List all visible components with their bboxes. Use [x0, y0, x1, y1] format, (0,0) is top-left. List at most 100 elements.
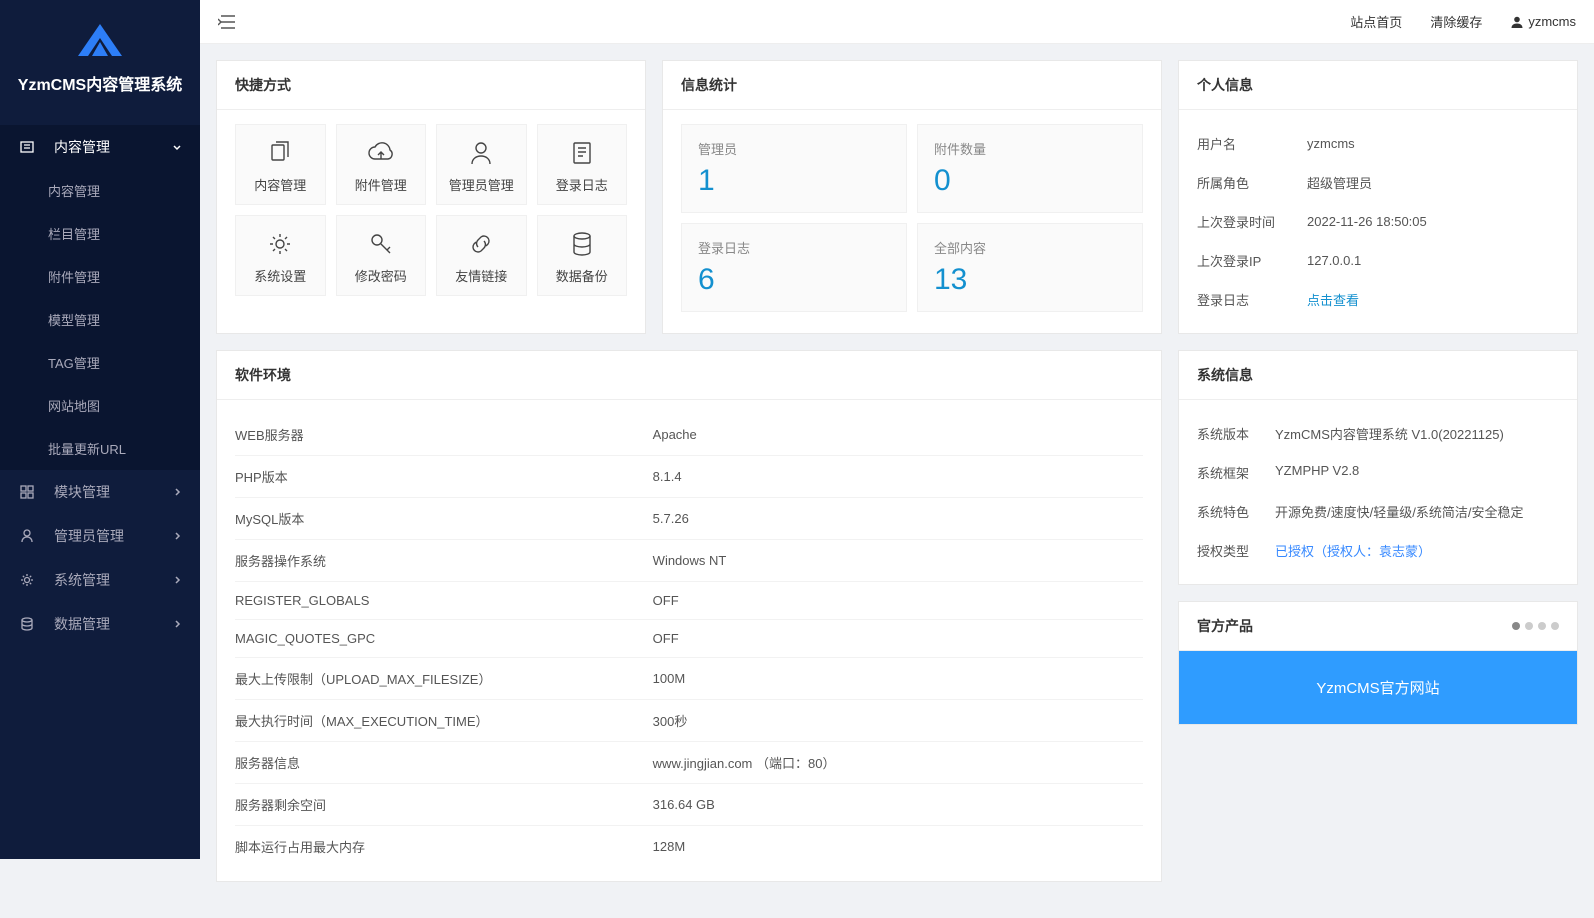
gear-icon	[18, 572, 36, 588]
user-icon	[441, 139, 522, 167]
env-key: WEB服务器	[235, 414, 653, 456]
env-key: REGISTER_GLOBALS	[235, 582, 653, 620]
env-value: 8.1.4	[653, 456, 1143, 498]
table-row: 最大上传限制（UPLOAD_MAX_FILESIZE）100M	[235, 658, 1143, 700]
shortcut-log[interactable]: 登录日志	[537, 124, 628, 205]
shortcut-label: 修改密码	[341, 266, 422, 285]
sys-key: 系统特色	[1197, 492, 1275, 531]
kv-value: 超级管理员	[1307, 163, 1559, 202]
submenu-item-attachment[interactable]: 附件管理	[0, 255, 200, 298]
personal-title: 个人信息	[1179, 61, 1577, 110]
shortcut-label: 友情链接	[441, 266, 522, 285]
logo-area: YzmCMS内容管理系统	[0, 0, 200, 110]
env-key: 脚本运行占用最大内存	[235, 826, 653, 868]
table-row: 服务器信息www.jingjian.com （端口：80）	[235, 742, 1143, 784]
table-row: 上次登录IP127.0.0.1	[1197, 241, 1559, 280]
sys-value: YzmCMS内容管理系统 V1.0(20221125)	[1275, 414, 1559, 453]
shortcut-content[interactable]: 内容管理	[235, 124, 326, 205]
carousel-dot[interactable]	[1512, 622, 1520, 630]
shortcut-admin[interactable]: 管理员管理	[436, 124, 527, 205]
env-key: MAGIC_QUOTES_GPC	[235, 620, 653, 658]
stat-content: 全部内容 13	[917, 223, 1143, 312]
shortcut-attachment[interactable]: 附件管理	[336, 124, 427, 205]
stat-attachments: 附件数量 0	[917, 124, 1143, 213]
env-key: PHP版本	[235, 456, 653, 498]
table-row: 登录日志点击查看	[1197, 280, 1559, 319]
stat-label: 登录日志	[698, 238, 890, 257]
brand-name: YzmCMS内容管理系统	[0, 71, 200, 95]
shortcut-settings[interactable]: 系统设置	[235, 215, 326, 296]
sidebar-item-label: 模块管理	[54, 482, 110, 502]
kv-key: 登录日志	[1197, 280, 1307, 319]
table-row: 系统框架YZMPHP V2.8	[1197, 453, 1559, 492]
shortcut-links[interactable]: 友情链接	[436, 215, 527, 296]
stat-value: 6	[698, 263, 890, 297]
carousel-dot[interactable]	[1538, 622, 1546, 630]
shortcut-label: 登录日志	[542, 175, 623, 194]
stat-admins: 管理员 1	[681, 124, 907, 213]
shortcut-label: 附件管理	[341, 175, 422, 194]
env-key: 服务器剩余空间	[235, 784, 653, 826]
carousel-dot[interactable]	[1551, 622, 1559, 630]
submenu-item-content[interactable]: 内容管理	[0, 169, 200, 212]
env-value: Apache	[653, 414, 1143, 456]
shortcut-label: 数据备份	[542, 266, 623, 285]
kv-value: yzmcms	[1307, 124, 1559, 163]
env-key: 服务器信息	[235, 742, 653, 784]
submenu-item-category[interactable]: 栏目管理	[0, 212, 200, 255]
site-home-link[interactable]: 站点首页	[1350, 12, 1402, 31]
table-row: REGISTER_GLOBALSOFF	[235, 582, 1143, 620]
table-row: 系统特色开源免费/速度快/轻量级/系统简洁/安全稳定	[1197, 492, 1559, 531]
submenu-item-sitemap[interactable]: 网站地图	[0, 384, 200, 427]
table-row: 所属角色超级管理员	[1197, 163, 1559, 202]
shortcut-password[interactable]: 修改密码	[336, 215, 427, 296]
submenu-item-batchurl[interactable]: 批量更新URL	[0, 427, 200, 470]
table-row: MAGIC_QUOTES_GPCOFF	[235, 620, 1143, 658]
username-label: yzmcms	[1528, 14, 1576, 29]
content-icon	[18, 139, 36, 155]
sys-value: 开源免费/速度快/轻量级/系统简洁/安全稳定	[1275, 492, 1559, 531]
license-link[interactable]: 已授权（授权人：袁志蒙）	[1275, 544, 1431, 559]
chevron-right-icon	[172, 575, 182, 585]
env-value: www.jingjian.com （端口：80）	[653, 742, 1143, 784]
stat-label: 全部内容	[934, 238, 1126, 257]
carousel-dot[interactable]	[1525, 622, 1533, 630]
sidebar-item-admin[interactable]: 管理员管理	[0, 514, 200, 558]
chevron-down-icon	[172, 142, 182, 152]
sidebar: YzmCMS内容管理系统 内容管理 内容管理 栏目管理 附件管理 模型管理 TA…	[0, 0, 200, 859]
sys-key: 系统框架	[1197, 453, 1275, 492]
shortcut-backup[interactable]: 数据备份	[537, 215, 628, 296]
table-row: 用户名yzmcms	[1197, 124, 1559, 163]
sidebar-item-system[interactable]: 系统管理	[0, 558, 200, 602]
shortcuts-panel: 快捷方式 内容管理 附件管理 管理员管理	[216, 60, 646, 334]
products-title-text: 官方产品	[1197, 616, 1253, 636]
kv-key: 所属角色	[1197, 163, 1307, 202]
menu-toggle-icon[interactable]	[218, 14, 238, 30]
product-banner[interactable]: YzmCMS官方网站	[1179, 651, 1577, 724]
stats-title: 信息统计	[663, 61, 1161, 110]
carousel-dots	[1512, 622, 1559, 630]
module-icon	[18, 484, 36, 500]
admin-icon	[18, 528, 36, 544]
sys-key: 系统版本	[1197, 414, 1275, 453]
user-menu[interactable]: yzmcms	[1510, 14, 1576, 29]
env-key: MySQL版本	[235, 498, 653, 540]
key-icon	[341, 230, 422, 258]
cloud-upload-icon	[341, 139, 422, 167]
products-panel: 官方产品 YzmCMS官方网站	[1178, 601, 1578, 725]
sidebar-item-module[interactable]: 模块管理	[0, 470, 200, 514]
clear-cache-link[interactable]: 清除缓存	[1430, 12, 1482, 31]
kv-key: 用户名	[1197, 124, 1307, 163]
sidebar-item-data[interactable]: 数据管理	[0, 602, 200, 646]
sidebar-item-content[interactable]: 内容管理	[0, 125, 200, 169]
env-value: 128M	[653, 826, 1143, 868]
sidebar-item-label: 内容管理	[54, 137, 110, 157]
view-log-link[interactable]: 点击查看	[1307, 293, 1359, 308]
submenu-item-model[interactable]: 模型管理	[0, 298, 200, 341]
shortcut-label: 内容管理	[240, 175, 321, 194]
submenu-item-tag[interactable]: TAG管理	[0, 341, 200, 384]
stat-label: 管理员	[698, 139, 890, 158]
sidebar-item-label: 系统管理	[54, 570, 110, 590]
header: 站点首页 清除缓存 yzmcms	[200, 0, 1594, 44]
stat-label: 附件数量	[934, 139, 1126, 158]
